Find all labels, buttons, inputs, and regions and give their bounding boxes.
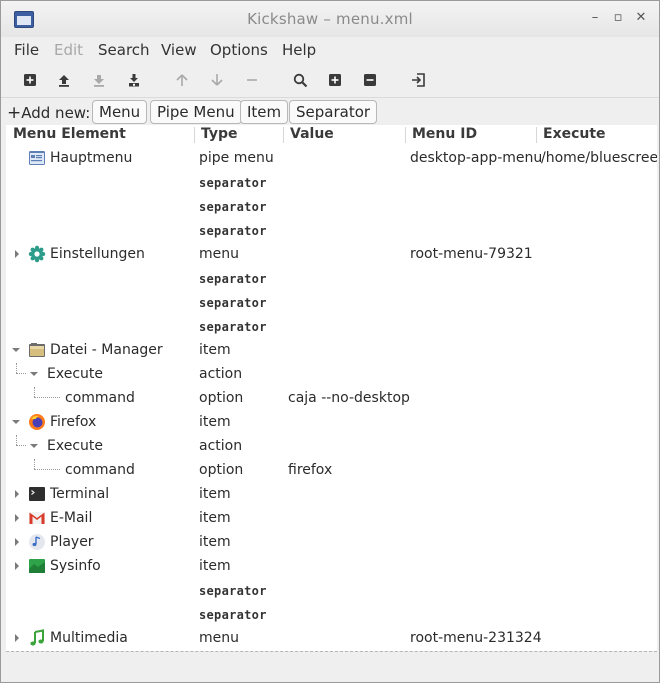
- system-monitor-icon: [29, 559, 45, 573]
- menu-options[interactable]: Options: [210, 41, 268, 59]
- column-divider[interactable]: [283, 127, 284, 143]
- gmail-icon: [29, 512, 45, 524]
- app-window: Kickshaw – menu.xml – ▫ ✕ File Edit Sear…: [0, 0, 660, 683]
- title-bar[interactable]: Kickshaw – menu.xml – ▫ ✕: [1, 1, 659, 38]
- menu-file[interactable]: File: [14, 41, 39, 59]
- add-separator-button[interactable]: Separator: [289, 100, 378, 124]
- column-divider[interactable]: [194, 127, 195, 143]
- tree-row[interactable]: separator: [6, 314, 657, 338]
- move-bottom-icon[interactable]: [88, 69, 110, 91]
- remove-icon[interactable]: [241, 69, 263, 91]
- tree-row[interactable]: command option firefox: [6, 458, 657, 482]
- plus-icon: +: [7, 103, 22, 123]
- add-item-button[interactable]: Item: [240, 100, 289, 124]
- firefox-icon: [29, 414, 45, 430]
- terminal-icon: [29, 487, 45, 501]
- tree-row[interactable]: Multimedia menu root-menu-231324: [6, 626, 657, 650]
- maximize-icon[interactable]: ▫: [610, 10, 626, 26]
- move-top-icon[interactable]: [53, 69, 75, 91]
- tree-row[interactable]: Player item: [6, 530, 657, 554]
- expander-collapsed-icon[interactable]: [12, 489, 22, 499]
- expander-expanded-icon[interactable]: [29, 441, 39, 451]
- file-manager-icon: [29, 343, 45, 357]
- tree-row[interactable]: Hauptmenu pipe menu desktop-app-menu /ho…: [6, 146, 657, 170]
- status-bar: [6, 653, 657, 679]
- column-header-menu-element[interactable]: Menu Element: [13, 126, 126, 145]
- save-as-icon[interactable]: [123, 69, 145, 91]
- tree-row[interactable]: Sysinfo item: [6, 554, 657, 578]
- tree-row[interactable]: separator: [6, 170, 657, 194]
- menu-bar: File Edit Search View Options Help: [1, 37, 659, 63]
- column-divider[interactable]: [536, 127, 537, 143]
- tree-row[interactable]: Einstellungen menu root-menu-79321: [6, 242, 657, 266]
- tree-row[interactable]: separator: [6, 218, 657, 242]
- expander-expanded-icon[interactable]: [11, 345, 21, 355]
- arrow-down-icon[interactable]: [206, 69, 228, 91]
- tree-row[interactable]: separator: [6, 578, 657, 602]
- tree-row[interactable]: E-Mail item: [6, 506, 657, 530]
- quit-icon[interactable]: [407, 69, 429, 91]
- tree-row[interactable]: separator: [6, 290, 657, 314]
- tree-row[interactable]: Datei - Manager item: [6, 338, 657, 362]
- tree-row[interactable]: separator: [6, 194, 657, 218]
- add-new-label: +Add new:: [7, 103, 91, 123]
- column-header-type[interactable]: Type: [201, 126, 238, 145]
- tree-row[interactable]: command option caja --no-desktop: [6, 386, 657, 410]
- column-header-value[interactable]: Value: [290, 126, 334, 145]
- expand-all-icon[interactable]: [324, 69, 346, 91]
- expander-expanded-icon[interactable]: [29, 369, 39, 379]
- settings-gear-icon: [28, 245, 46, 263]
- expander-collapsed-icon[interactable]: [12, 633, 22, 643]
- tree-row[interactable]: separator: [6, 266, 657, 290]
- expander-collapsed-icon[interactable]: [12, 537, 22, 547]
- close-icon[interactable]: ✕: [633, 10, 649, 26]
- collapse-all-icon[interactable]: [359, 69, 381, 91]
- add-new-bar: +Add new: Menu Pipe Menu Item Separator: [1, 98, 659, 125]
- new-file-icon[interactable]: [19, 69, 41, 91]
- window-title: Kickshaw – menu.xml: [247, 10, 413, 28]
- tree-header: Menu Element Type Value Menu ID Execute: [6, 125, 657, 146]
- expander-expanded-icon[interactable]: [11, 417, 21, 427]
- menu-search[interactable]: Search: [98, 41, 150, 59]
- minimize-icon[interactable]: –: [587, 10, 603, 26]
- arrow-up-icon[interactable]: [171, 69, 193, 91]
- column-divider[interactable]: [405, 127, 406, 143]
- expander-collapsed-icon[interactable]: [12, 561, 22, 571]
- column-header-menu-id[interactable]: Menu ID: [412, 126, 477, 145]
- column-header-execute[interactable]: Execute: [543, 126, 606, 145]
- menu-view[interactable]: View: [161, 41, 197, 59]
- toolbar: [1, 63, 659, 98]
- add-menu-button[interactable]: Menu: [92, 100, 148, 124]
- expander-collapsed-icon[interactable]: [12, 513, 22, 523]
- tree-row[interactable]: Terminal item: [6, 482, 657, 506]
- menu-help[interactable]: Help: [282, 41, 316, 59]
- expander-collapsed-icon[interactable]: [12, 249, 22, 259]
- tree-row[interactable]: separator: [6, 602, 657, 626]
- add-pipe-menu-button[interactable]: Pipe Menu: [150, 100, 242, 124]
- menu-edit[interactable]: Edit: [54, 41, 83, 59]
- tree-row[interactable]: Execute action: [6, 362, 657, 386]
- menu-tree[interactable]: Menu Element Type Value Menu ID Execute …: [6, 125, 657, 651]
- tree-bottom-border: [6, 651, 657, 652]
- search-icon[interactable]: [289, 69, 311, 91]
- app-menu-icon: [29, 151, 45, 165]
- music-player-icon: [29, 534, 45, 550]
- multimedia-note-icon: [30, 629, 44, 646]
- tree-row[interactable]: Firefox item: [6, 410, 657, 434]
- tree-row[interactable]: Execute action: [6, 434, 657, 458]
